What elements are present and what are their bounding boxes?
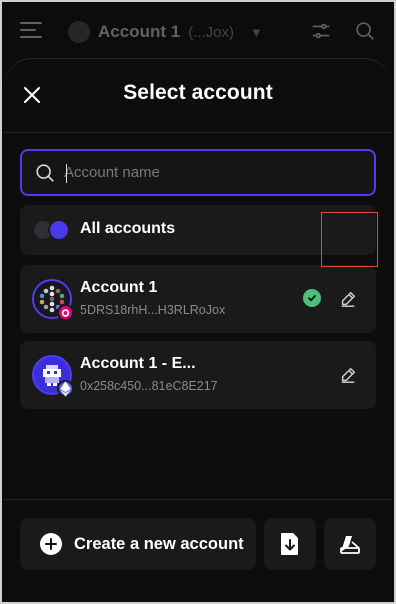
- account-address: 5DRS18rhH...H3RLRoJox: [80, 303, 226, 317]
- account-item[interactable]: Account 1 5DRS18rhH...H3RLRoJox: [20, 265, 376, 333]
- create-account-button[interactable]: Create a new account: [20, 518, 256, 570]
- all-accounts-avatars: [32, 219, 72, 241]
- edit-pencil-icon: [341, 367, 356, 383]
- check-icon: [303, 289, 321, 307]
- text-cursor: [66, 164, 67, 183]
- account-name: Account 1: [80, 279, 158, 296]
- account-address: 0x258c450...81eC8E217: [80, 379, 218, 393]
- account-avatar: [32, 355, 74, 397]
- modal-header: Select account: [4, 59, 392, 133]
- account-avatar: [32, 279, 74, 321]
- create-account-label: Create a new account: [74, 534, 244, 553]
- account-name: Account 1 - E...: [80, 355, 196, 372]
- account-search-box[interactable]: [20, 149, 376, 196]
- edit-pencil-icon: [341, 291, 356, 307]
- chevron-down-icon: ▼: [250, 24, 263, 40]
- background-header: Account 1 (...Jox) ▼: [0, 0, 396, 64]
- header-avatar: [68, 21, 90, 43]
- account-search-input[interactable]: [64, 151, 374, 194]
- import-file-icon: [281, 533, 298, 555]
- search-icon: [36, 163, 54, 182]
- attach-ledger-button[interactable]: [324, 518, 376, 570]
- all-accounts-label: All accounts: [80, 220, 176, 237]
- search-icon: [356, 22, 374, 40]
- header-account-name: Account 1: [98, 22, 181, 41]
- header-account-selector: Account 1 (...Jox) ▼: [68, 18, 263, 46]
- menu-icon: [20, 22, 42, 40]
- modal-footer: Create a new account: [4, 499, 392, 604]
- all-accounts-item[interactable]: All accounts: [20, 205, 376, 255]
- edit-account-button[interactable]: [320, 265, 376, 333]
- account-item[interactable]: Account 1 - E... 0x258c450...81eC8E217: [20, 341, 376, 409]
- plus-icon: [40, 533, 62, 555]
- select-account-modal: Select account All accounts: [4, 58, 392, 604]
- ethereum-badge-icon: [57, 380, 74, 397]
- avatar: [48, 219, 70, 241]
- edit-account-button[interactable]: [320, 341, 376, 409]
- import-account-button[interactable]: [264, 518, 316, 570]
- polkadot-badge-icon: [57, 304, 74, 321]
- settings-sliders-icon: [312, 23, 330, 39]
- modal-title: Select account: [123, 81, 273, 104]
- header-account-address: (...Jox): [188, 23, 235, 41]
- ledger-icon: [340, 536, 360, 554]
